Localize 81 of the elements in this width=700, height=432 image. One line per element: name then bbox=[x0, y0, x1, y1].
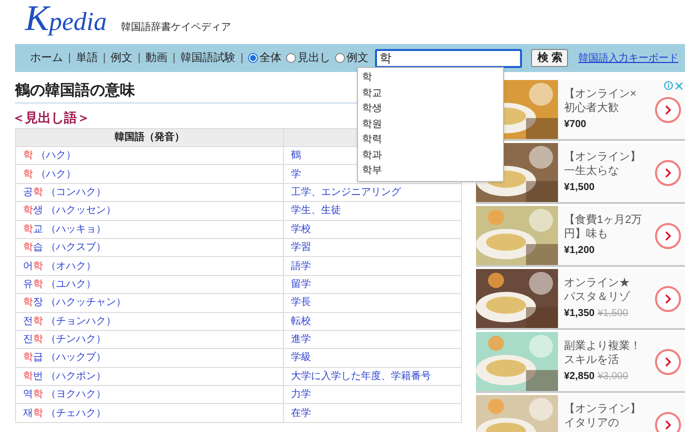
meaning-link[interactable]: 学校 bbox=[291, 224, 311, 235]
nav-link[interactable]: 動画 bbox=[146, 50, 168, 66]
meaning-link[interactable]: 転校 bbox=[291, 316, 311, 327]
info-icon[interactable] bbox=[664, 81, 673, 90]
nav-separator: | bbox=[172, 50, 176, 66]
ad-card[interactable]: 【オンライン】 一生太らな ¥1,500 bbox=[476, 143, 685, 204]
meaning-link[interactable]: 進学 bbox=[291, 334, 311, 346]
word-link[interactable]: 학 （ハク） bbox=[23, 168, 76, 180]
meaning-link[interactable]: 留学 bbox=[291, 278, 311, 290]
nav-separator: | bbox=[240, 50, 244, 66]
meaning-link[interactable]: 力学 bbox=[291, 389, 311, 400]
radio-button[interactable] bbox=[335, 53, 346, 63]
meaning-link[interactable]: 鶴 bbox=[291, 150, 301, 162]
keyboard-link[interactable]: 韓国語入力キーボード bbox=[578, 50, 678, 66]
word-link[interactable]: 학번 （ハクポン） bbox=[23, 370, 106, 382]
meaning-link[interactable]: 学級 bbox=[291, 352, 311, 364]
nav-link[interactable]: 韓国語試験 bbox=[180, 50, 236, 66]
ad-title: スキルを活 bbox=[564, 353, 620, 367]
ad-price: ¥1,500 bbox=[564, 181, 595, 195]
ad-price: ¥700 bbox=[564, 118, 586, 132]
meaning-link[interactable]: 学長 bbox=[291, 297, 311, 308]
word-link[interactable]: 학급 （ハックブ） bbox=[23, 352, 106, 364]
ad-old-price: ¥1,500 bbox=[598, 307, 628, 321]
ad-title: 初心者大歓 bbox=[564, 101, 620, 115]
radio-label: 例文 bbox=[346, 50, 368, 66]
ad-title: パスタ＆リゾ bbox=[564, 290, 632, 304]
meaning-link[interactable]: 在学 bbox=[291, 408, 311, 419]
search-button[interactable]: 検 索 bbox=[531, 49, 568, 67]
word-link[interactable]: 역학 （ヨクハク） bbox=[23, 389, 106, 400]
chevron-right-icon[interactable] bbox=[655, 96, 681, 122]
word-link[interactable]: 공학 （コンハク） bbox=[23, 186, 106, 198]
nav-link[interactable]: 例文 bbox=[110, 50, 133, 66]
ad-title: 副業より複業！ bbox=[564, 339, 642, 353]
word-link[interactable]: 학 （ハク） bbox=[23, 150, 76, 162]
ad-card[interactable]: 【食費1ヶ月2万 円】味も ¥1,200 bbox=[476, 206, 685, 267]
ad-price: ¥1,350 bbox=[564, 307, 595, 321]
chevron-right-icon[interactable] bbox=[655, 160, 681, 186]
section-heading: ＜見出し語＞ bbox=[12, 109, 90, 127]
ad-title: 円】味も bbox=[564, 227, 609, 241]
radio-button[interactable] bbox=[286, 53, 296, 63]
page-title: 鶴の韓国語の意味 bbox=[15, 81, 135, 101]
site-subtitle: 韓国語辞書ケイペディア bbox=[120, 20, 231, 35]
word-link[interactable]: 재학 （チェハク） bbox=[23, 408, 106, 419]
ad-old-price: ¥3,000 bbox=[598, 370, 628, 384]
ad-title: 【オンライン】 bbox=[564, 402, 642, 416]
ad-title: 【オンライン× bbox=[564, 87, 638, 101]
ad-price: ¥1,200 bbox=[564, 244, 595, 258]
radio-button[interactable] bbox=[248, 53, 258, 63]
close-icon[interactable] bbox=[675, 82, 683, 90]
meaning-link[interactable]: 学習 bbox=[291, 242, 311, 254]
ad-card[interactable]: オンライン★ パスタ＆リゾ ¥1,350 ¥1,500 bbox=[476, 269, 685, 330]
ad-card[interactable]: 【オンライン】 イタリアの bbox=[476, 395, 685, 432]
word-link[interactable]: 진학 （チンハク） bbox=[23, 334, 106, 346]
word-link[interactable]: 학교 （ハッキョ） bbox=[23, 224, 106, 235]
chevron-right-icon[interactable] bbox=[655, 348, 681, 374]
search-field[interactable]: 학 bbox=[375, 48, 522, 68]
ad-title: 【食費1ヶ月2万 bbox=[564, 213, 644, 227]
meaning-link[interactable]: 学生、生徒 bbox=[291, 205, 341, 216]
nav-separator: | bbox=[68, 50, 71, 66]
ad-title: オンライン★ bbox=[564, 276, 631, 290]
radio-label: 全体 bbox=[259, 50, 282, 66]
word-link[interactable]: 어학 （オハク） bbox=[23, 260, 96, 272]
logo[interactable]: Kpedia bbox=[25, 0, 107, 36]
word-link[interactable]: 유학 （ユハク） bbox=[23, 278, 96, 290]
chevron-right-icon[interactable] bbox=[655, 412, 681, 432]
nav-link[interactable]: 単語 bbox=[76, 50, 98, 66]
radio-label: 見出し bbox=[297, 50, 330, 66]
word-link[interactable]: 학습 （ハクスブ） bbox=[23, 242, 106, 254]
chevron-right-icon[interactable] bbox=[655, 222, 681, 248]
ad-title: 一生太らな bbox=[564, 164, 620, 178]
ad-title: 【オンライン】 bbox=[564, 150, 642, 164]
nav-link[interactable]: ホーム bbox=[30, 50, 63, 66]
meaning-link[interactable]: 語学 bbox=[291, 260, 311, 272]
nav-separator: | bbox=[138, 50, 141, 66]
nav-separator: | bbox=[102, 50, 106, 66]
meaning-link[interactable]: 学 bbox=[291, 168, 301, 180]
ad-card[interactable]: 副業より複業！ スキルを活 ¥2,850 ¥3,000 bbox=[476, 332, 685, 393]
chevron-right-icon[interactable] bbox=[655, 286, 681, 312]
ad-title: イタリアの bbox=[564, 416, 620, 430]
column-header: 韓国語（発音） bbox=[16, 128, 284, 146]
ad-price: ¥2,850 bbox=[564, 370, 595, 384]
